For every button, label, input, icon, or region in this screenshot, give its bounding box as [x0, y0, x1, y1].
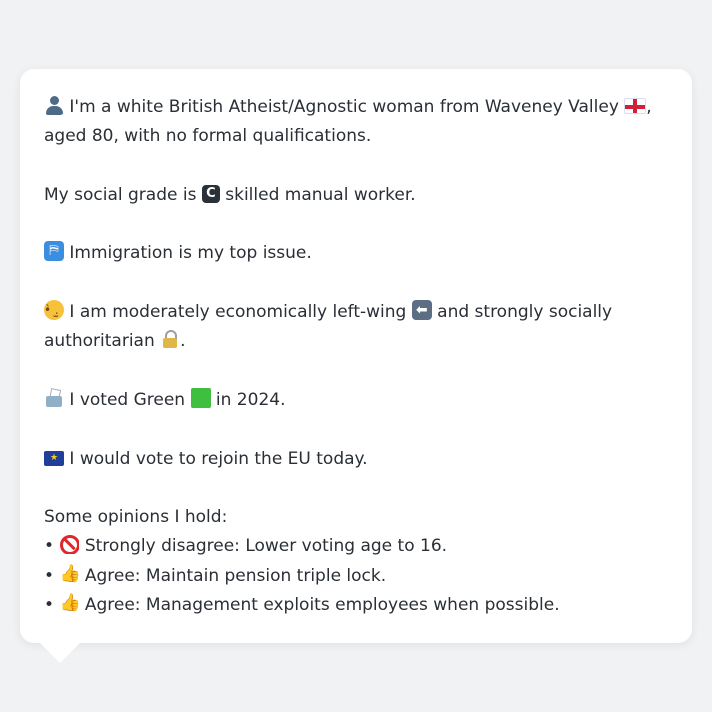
intro-line-2: aged 80, with no formal qualifications.: [44, 126, 372, 147]
econ-prefix: I am moderately economically left-wing: [69, 302, 407, 323]
vote-suffix: in 2024.: [215, 389, 286, 410]
political-line-1: •̀ .̫ •́ I am moderately economically le…: [44, 298, 668, 327]
list-item: • Strongly disagree: Lower voting age to…: [44, 532, 668, 561]
bullet: •: [44, 536, 55, 557]
opinion-text: Strongly disagree: Lower voting age to 1…: [84, 536, 448, 557]
eu-flag-icon: ★: [44, 450, 64, 466]
bullet: •: [44, 565, 55, 586]
opinion-text: Agree: Maintain pension triple lock.: [84, 565, 387, 586]
intro-line-1: I'm a white British Atheist/Agnostic wom…: [44, 93, 668, 122]
opinions-heading: Some opinions I hold:: [44, 507, 228, 528]
social-grade-value: skilled manual worker.: [225, 184, 416, 205]
intro-text: I'm a white British Atheist/Agnostic wom…: [69, 97, 619, 117]
political-line-2: authoritarian .: [44, 327, 668, 356]
england-flag-icon: [624, 98, 647, 114]
top-issue-line: ⛿ Immigration is my top issue.: [44, 239, 668, 268]
bullet: •: [44, 595, 55, 616]
thumbs-up-icon: 👍: [59, 563, 80, 584]
list-item: • 👍 Agree: Maintain pension triple lock.: [44, 562, 668, 591]
eu-line: ★ I would vote to rejoin the EU today.: [44, 445, 668, 474]
social-grade-prefix: My social grade is: [44, 184, 197, 205]
opinion-text: Agree: Management exploits employees whe…: [84, 595, 560, 616]
thumbs-up-icon: 👍: [59, 593, 80, 614]
green-square-icon: [190, 387, 211, 408]
vote-line: I voted Green in 2024.: [44, 386, 668, 415]
letter-c-icon: C: [201, 184, 220, 203]
econ-suffix: and strongly socially: [437, 302, 613, 323]
bust-in-silhouette-icon: [44, 95, 64, 115]
left-arrow-icon: ⬅: [411, 300, 432, 321]
no-entry-icon: [59, 534, 80, 555]
speech-bubble-tail: [39, 642, 81, 663]
eu-text: I would vote to rejoin the EU today.: [69, 448, 368, 469]
list-item: • 👍 Agree: Management exploits employees…: [44, 591, 668, 620]
ballot-box-icon: [44, 388, 64, 408]
persona-card: I'm a white British Atheist/Agnostic wom…: [20, 69, 692, 643]
social-line-text: authoritarian: [44, 331, 155, 352]
top-issue-text: Immigration is my top issue.: [69, 243, 312, 264]
thinking-face-icon: •̀ .̫ •́: [44, 300, 64, 321]
intro-comma: ,: [646, 97, 652, 117]
lock-icon: [160, 329, 180, 349]
passport-control-icon: ⛿: [44, 241, 64, 262]
social-grade-line: My social grade is C skilled manual work…: [44, 181, 668, 210]
social-line-period: .: [180, 331, 186, 352]
vote-prefix: I voted Green: [69, 389, 186, 410]
